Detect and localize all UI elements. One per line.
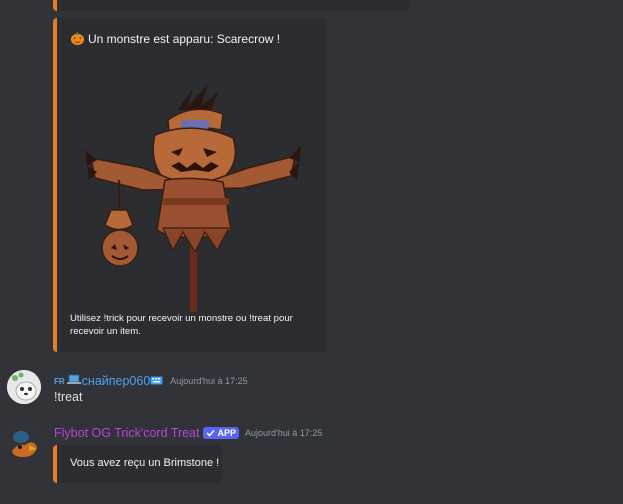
bot-message-header: Flybot OG Trick'cord Treat APP Aujourd'h… bbox=[54, 426, 322, 440]
embed-title: Un monstre est apparu: Scarecrow ! bbox=[70, 31, 280, 46]
user-message-header: FR снайпер060 Aujourd'hui à 17:25 bbox=[54, 372, 248, 390]
laptop-icon bbox=[66, 372, 81, 390]
embed-title-text: Un monstre est apparu: Scarecrow ! bbox=[88, 31, 281, 46]
checkmark-icon bbox=[206, 429, 216, 437]
embed-description: Utilisez !trick pour recevoir un monstre… bbox=[70, 313, 293, 337]
reward-embed: Vous avez reçu un Brimstone ! bbox=[53, 445, 222, 483]
user-avatar-image bbox=[7, 370, 41, 404]
scarecrow-image[interactable] bbox=[83, 80, 303, 312]
pumpkin-icon bbox=[70, 32, 85, 46]
keyboard-icon bbox=[150, 372, 164, 390]
timestamp: Aujourd'hui à 17:25 bbox=[170, 376, 248, 386]
app-badge-label: APP bbox=[217, 428, 236, 438]
reward-text: Vous avez reçu un Brimstone ! bbox=[70, 457, 220, 469]
previous-embed bbox=[53, 0, 409, 11]
server-tag: FR bbox=[54, 376, 65, 386]
username[interactable]: снайпер060 bbox=[82, 374, 151, 388]
message-text: !treat bbox=[54, 390, 83, 404]
bot-avatar[interactable] bbox=[7, 425, 41, 459]
timestamp: Aujourd'hui à 17:25 bbox=[245, 428, 323, 438]
monster-embed: Un monstre est apparu: Scarecrow ! Utili… bbox=[53, 18, 327, 352]
user-avatar[interactable] bbox=[7, 370, 41, 404]
bot-username[interactable]: Flybot OG Trick'cord Treat bbox=[54, 426, 199, 440]
bot-avatar-image bbox=[7, 425, 41, 459]
app-badge: APP bbox=[203, 427, 239, 439]
